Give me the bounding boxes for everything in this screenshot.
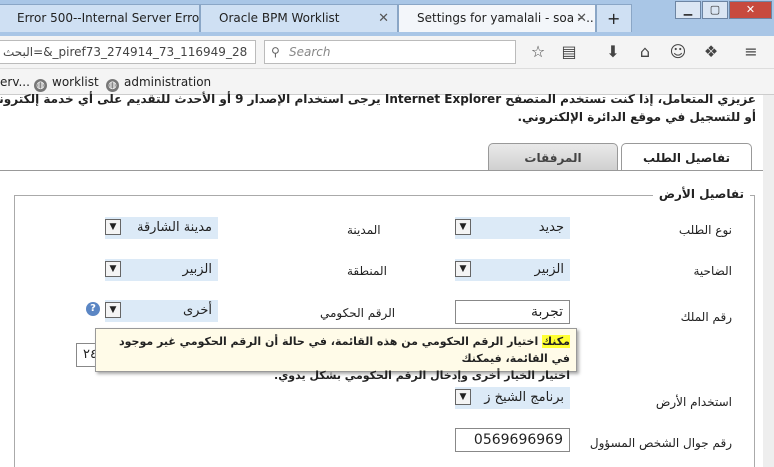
bookmark-administration[interactable]: ◍ administration: [106, 73, 211, 92]
tab-title: Settings for yamalali - soa - ...: [417, 11, 596, 25]
chevron-down-icon: ▼: [455, 219, 471, 235]
close-icon[interactable]: ✕: [576, 5, 587, 32]
close-icon[interactable]: ✕: [378, 5, 389, 32]
suburb-label: الضاحية: [693, 264, 732, 278]
request-type-select[interactable]: ▼ جديد: [455, 217, 570, 239]
request-type-value: جديد: [538, 220, 564, 235]
tab-title: Error 500--Internal Server Error: [17, 11, 200, 25]
browser-notice-line1: عزيزي المتعامل، إذا كنت تستخدم المتصفح I…: [0, 92, 756, 106]
menu-icon[interactable]: ≡: [740, 42, 762, 62]
city-value: مدينة الشارقة: [136, 220, 212, 235]
gov-number-value: أخرى: [183, 303, 212, 318]
bookmark-server[interactable]: erv...: [0, 73, 30, 91]
page-scrollbar[interactable]: [763, 95, 774, 467]
request-type-label: نوع الطلب: [678, 223, 732, 237]
close-window-icon[interactable]: ✕: [729, 1, 772, 19]
tooltip-line1-text: اختيار الرقم الحكومي من هذه القائمة، في …: [118, 335, 570, 365]
chevron-down-icon: ▼: [455, 261, 471, 277]
globe-icon: ◍: [34, 79, 47, 92]
area-select[interactable]: ▼ الزبير: [105, 259, 218, 281]
chevron-down-icon: ▼: [105, 302, 121, 318]
city-label: المدينة: [347, 223, 381, 237]
chevron-down-icon: ▼: [105, 261, 121, 277]
gov-number-select[interactable]: ▼ أخرى: [105, 300, 218, 322]
bookmark-label: administration: [124, 75, 212, 89]
area-value: الزبير: [182, 262, 212, 277]
chevron-down-icon: ▼: [105, 219, 121, 235]
land-use-select[interactable]: ▼ برنامج الشيخ ز: [455, 387, 570, 409]
extension-icon[interactable]: ❖: [700, 42, 722, 62]
land-use-label: استخدام الأرض: [655, 395, 732, 409]
bookmark-worklist[interactable]: ◍ worklist: [34, 73, 99, 92]
globe-icon: ◍: [106, 79, 119, 92]
tab-error-500[interactable]: Error 500--Internal Server Error: [0, 4, 200, 32]
section-title: تفاصيل الأرض: [652, 187, 750, 201]
search-icon: ⚲: [271, 45, 280, 59]
navigation-bar: البحث=&_piref73_274914_73_116949_28 ⚲ Se…: [0, 36, 774, 69]
property-number-field[interactable]: تجربة: [455, 300, 570, 324]
city-select[interactable]: ▼ مدينة الشارقة: [105, 217, 218, 239]
tab-divider: [0, 170, 774, 171]
tab-attachments[interactable]: المرفقات: [488, 143, 618, 171]
tooltip-line1: مكنك اختيار الرقم الحكومي من هذه القائمة…: [102, 333, 570, 367]
tooltip-highlight: مكنك: [542, 335, 570, 348]
tooltip-line2: اختيار الخيار أخرى وإدخال الرقم الحكومي …: [274, 369, 570, 382]
area-label: المنطقة: [347, 264, 387, 278]
new-tab-button[interactable]: +: [596, 4, 632, 32]
bookmark-star-icon[interactable]: ☆: [527, 42, 549, 62]
browser-notice-line2: أو للتسجيل في موقع الدائرة الإلكتروني.: [517, 110, 756, 124]
suburb-select[interactable]: ▼ الزبير: [455, 259, 570, 281]
downloads-icon[interactable]: ⬇: [602, 42, 624, 62]
reading-list-icon[interactable]: ▤: [558, 42, 580, 62]
tab-settings[interactable]: Settings for yamalali - soa - ... ✕: [398, 4, 596, 32]
help-icon[interactable]: ?: [86, 302, 100, 316]
suburb-value: الزبير: [534, 262, 564, 277]
url-text: البحث=&_piref73_274914_73_116949_28: [3, 45, 248, 59]
tab-request-details[interactable]: تفاصيل الطلب: [621, 143, 752, 171]
chevron-down-icon: ▼: [455, 389, 471, 405]
land-use-value: برنامج الشيخ ز: [484, 390, 564, 405]
maximize-icon[interactable]: ▢: [702, 1, 728, 19]
tab-title: Oracle BPM Worklist: [219, 11, 340, 25]
help-tooltip: مكنك اختيار الرقم الحكومي من هذه القائمة…: [95, 328, 577, 382]
tab-bpm-worklist[interactable]: Oracle BPM Worklist ✕: [200, 4, 398, 32]
search-input[interactable]: ⚲ Search: [264, 40, 516, 64]
hello-icon[interactable]: ☺: [667, 42, 689, 62]
bookmark-label: worklist: [52, 75, 99, 89]
url-field[interactable]: البحث=&_piref73_274914_73_116949_28: [0, 40, 256, 64]
property-number-label: رقم الملك: [680, 310, 732, 324]
window-controls: ▁ ▢ ✕: [674, 1, 772, 21]
minimize-icon[interactable]: ▁: [675, 1, 701, 19]
home-icon[interactable]: ⌂: [634, 42, 656, 62]
mobile-label: رقم جوال الشخص المسؤول: [589, 436, 732, 450]
search-placeholder: Search: [289, 45, 331, 59]
browser-tab-strip: Error 500--Internal Server Error Oracle …: [0, 0, 774, 36]
gov-number-label: الرقم الحكومي: [320, 306, 396, 320]
mobile-field[interactable]: 0569696969: [455, 428, 570, 452]
